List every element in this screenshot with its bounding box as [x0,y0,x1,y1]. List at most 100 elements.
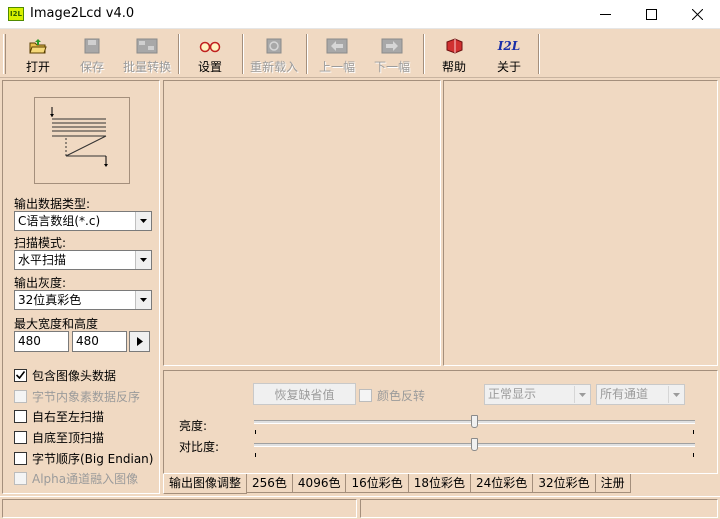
save-icon [84,36,100,56]
status-pane-left [2,499,357,518]
settings-panel: 输出数据类型: C语言数组(*.c) 扫描模式: 水平扫描 输出灰度: 32位真… [2,80,160,494]
tab-6[interactable]: 32位彩色 [532,474,596,493]
glasses-icon [199,36,221,56]
horizontal-scan-diagram-icon [50,107,108,167]
output-image-view[interactable] [443,80,718,366]
checkbox-label: 字节内象素数据反序 [32,389,141,404]
reload-button[interactable]: 重新载入 [248,33,300,75]
apply-size-button[interactable] [129,331,150,352]
status-bar [0,496,720,519]
minimize-icon [599,14,611,15]
open-folder-icon [29,36,47,56]
minimize-button[interactable] [582,0,628,29]
previous-image-button[interactable]: 上一幅 [316,33,358,75]
help-button[interactable]: 帮助 [438,33,470,75]
about-button[interactable]: I2L 关于 [493,33,525,75]
color-mode-tabs: 输出图像调整 256色 4096色 16位彩色 18位彩色 24位彩色 32位彩色 注册 [163,474,631,494]
toolbar-separator [538,34,540,74]
next-arrow-icon [381,36,403,56]
max-width-input[interactable]: 480 [14,331,69,352]
tab-3[interactable]: 16位彩色 [345,474,409,493]
reload-label: 重新载入 [249,60,298,74]
invert-color-checkbox[interactable]: 颜色反转 [359,387,425,403]
contrast-label: 对比度: [179,440,220,454]
checkbox-box [359,388,372,402]
restore-defaults-button[interactable]: 恢复缺省值 [253,383,356,405]
title-bar: I2L Image2Lcd v4.0 [0,0,720,29]
tab-4[interactable]: 18位彩色 [407,474,472,493]
checkbox-box [14,409,27,423]
save-label: 保存 [79,60,104,74]
open-button[interactable]: 打开 [18,33,58,75]
checkbox-box [14,389,27,403]
reverse-pixel-order-checkbox[interactable]: 字节内象素数据反序 [14,388,140,404]
tab-0[interactable]: 输出图像调整 [163,474,248,494]
batch-convert-button[interactable]: 批量转换 [121,33,173,75]
contrast-slider[interactable] [471,438,478,451]
open-label: 打开 [25,60,50,74]
checkbox-label: 颜色反转 [377,388,426,403]
settings-button[interactable]: 设置 [190,33,230,75]
max-height-input[interactable]: 480 [72,331,127,352]
toolbar-separator [178,34,180,74]
reload-icon [266,36,282,56]
close-icon [691,9,703,20]
next-label: 下一幅 [373,60,410,74]
big-endian-checkbox[interactable]: 字节顺序(Big Endian) [14,450,153,466]
channel-value: 所有通道 [600,387,649,401]
tab-5[interactable]: 24位彩色 [470,474,534,493]
toolbar-separator [306,34,308,74]
previous-label: 上一幅 [318,60,355,74]
chevron-down-icon [135,251,151,269]
slider-tick [255,453,256,457]
output-type-select[interactable]: C语言数组(*.c) [14,211,152,231]
checkbox-box [14,451,27,465]
checkbox-label: 自右至左扫描 [32,409,105,424]
toolbar-separator [423,34,425,74]
gray-level-select[interactable]: 32位真彩色 [14,290,152,310]
play-arrow-icon [136,337,143,346]
checkbox-label: 自底至顶扫描 [32,430,105,445]
slider-tick [693,453,694,457]
gray-level-label: 输出灰度: [14,276,67,290]
checkbox-box [14,430,27,444]
image-adjust-panel: 恢复缺省值 颜色反转 正常显示 所有通道 亮度: 对比度: [163,370,718,474]
checkbox-label: 字节顺序(Big Endian) [32,451,154,466]
include-header-checkbox[interactable]: 包含图像头数据 [14,367,116,383]
source-image-view[interactable] [163,80,441,366]
tab-1[interactable]: 256色 [246,474,293,493]
scan-mode-value: 水平扫描 [18,253,67,267]
brightness-slider[interactable] [471,415,478,428]
previous-arrow-icon [326,36,348,56]
slider-tick [693,430,694,434]
maximize-button[interactable] [628,0,674,29]
output-type-value: C语言数组(*.c) [18,214,101,228]
save-button[interactable]: 保存 [74,33,110,75]
display-mode-select[interactable]: 正常显示 [484,384,591,405]
batch-convert-icon [136,36,158,56]
alpha-blend-checkbox[interactable]: Alpha通道融入图像 [14,470,138,486]
scan-mode-diagram [34,97,130,184]
help-label: 帮助 [441,60,466,74]
checkbox-label: Alpha通道融入图像 [32,471,139,486]
batch-convert-label: 批量转换 [122,60,171,74]
next-image-button[interactable]: 下一幅 [371,33,413,75]
max-size-label: 最大宽度和高度 [14,317,99,331]
settings-label: 设置 [197,60,222,74]
scan-mode-label: 扫描模式: [14,236,67,250]
scan-bottom-to-top-checkbox[interactable]: 自底至顶扫描 [14,429,104,445]
tab-7[interactable]: 注册 [594,474,631,493]
toolbar-grip [3,34,6,74]
close-button[interactable] [674,0,720,29]
app-icon: I2L [8,7,24,21]
checkbox-label: 包含图像头数据 [32,368,117,383]
scan-mode-select[interactable]: 水平扫描 [14,250,152,270]
scan-right-to-left-checkbox[interactable]: 自右至左扫描 [14,408,104,424]
window-title: Image2Lcd v4.0 [30,6,135,21]
chevron-down-icon [135,291,151,309]
brightness-label: 亮度: [179,419,208,433]
tab-2[interactable]: 4096色 [291,474,347,493]
checkmark-icon [16,371,25,379]
maximize-icon [645,9,657,20]
channel-select[interactable]: 所有通道 [596,384,685,405]
